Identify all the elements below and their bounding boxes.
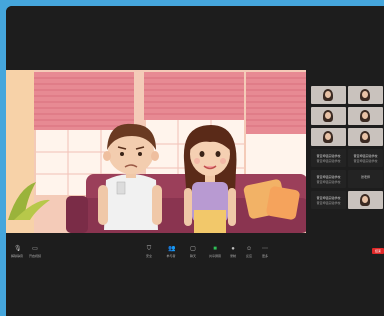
participant-tile[interactable]: [311, 86, 346, 104]
participant-face: [325, 91, 331, 98]
camera-icon: ▭: [32, 246, 38, 252]
chat-button[interactable]: ▢ 聊天: [182, 246, 204, 266]
participant-subname: 晋亚坤铭实验学校: [316, 180, 341, 184]
participant-tile[interactable]: [348, 128, 383, 146]
people-icon: 👥: [168, 246, 176, 252]
more-icon: ⋯: [262, 246, 268, 252]
reaction-icon: ☺: [246, 246, 253, 252]
participant-subname: 晋亚坤铭实验学校: [316, 201, 341, 205]
participant-name: 晋亚坤铭实验学校: [353, 154, 378, 158]
end-meeting-button[interactable]: 结束: [372, 248, 384, 254]
participant-name: 晋亚坤铭实验学校: [316, 175, 341, 179]
participant-tile[interactable]: 晋亚坤铭实验学校 晋亚坤铭实验学校: [311, 191, 346, 209]
participant-tile[interactable]: 张老师: [348, 170, 383, 188]
participant-subname: 晋亚坤铭实验学校: [353, 159, 378, 163]
participants-button[interactable]: 👥 参与者: [160, 246, 182, 266]
meeting-window: 晋亚坤铭实验学校 晋亚坤铭实验学校 晋亚坤铭实验学校 晋亚坤铭实验学校 晋亚坤铭…: [6, 6, 384, 316]
participant-tile[interactable]: [311, 107, 346, 125]
participant-face: [325, 133, 331, 140]
participant-tile[interactable]: 晋亚坤铭实验学校 晋亚坤铭实验学校: [348, 149, 383, 167]
participant-tile[interactable]: [311, 128, 346, 146]
video-button[interactable]: ▭ 开启视频: [24, 246, 46, 266]
video-label: 开启视频: [28, 254, 41, 258]
chat-label: 聊天: [189, 254, 196, 258]
top-area: [6, 6, 384, 70]
security-button[interactable]: ⛉ 安全: [138, 246, 160, 266]
participant-tile[interactable]: 晋亚坤铭实验学校 晋亚坤铭实验学校: [311, 170, 346, 188]
record-icon: ●: [231, 246, 235, 252]
participant-face: [362, 91, 368, 98]
participants-label: 参与者: [166, 254, 176, 258]
participant-tile[interactable]: [348, 86, 383, 104]
participant-name: 晋亚坤铭实验学校: [316, 196, 341, 200]
mic-icon: 🎙: [14, 246, 22, 252]
participant-name: 晋亚坤铭实验学校: [316, 154, 341, 158]
participant-face: [362, 133, 368, 140]
participant-tile[interactable]: [348, 191, 383, 209]
cartoon-scene: [6, 70, 306, 233]
participant-tile[interactable]: [348, 107, 383, 125]
chat-icon: ▢: [190, 246, 196, 252]
participant-subname: 晋亚坤铭实验学校: [316, 159, 341, 163]
participant-face: [362, 196, 368, 203]
share-icon: ■: [213, 246, 217, 252]
meeting-toolbar: 🎙 解除静音 ▭ 开启视频 ⛉ 安全 👥 参与者 ▢ 聊天 ■ 共享屏幕 ● 录…: [6, 246, 384, 266]
more-button[interactable]: ⋯ 更多: [254, 246, 276, 266]
participant-gallery: 晋亚坤铭实验学校 晋亚坤铭实验学校 晋亚坤铭实验学校 晋亚坤铭实验学校 晋亚坤铭…: [311, 86, 384, 216]
participant-tile[interactable]: 晋亚坤铭实验学校 晋亚坤铭实验学校: [311, 149, 346, 167]
cartoon-girl: [183, 125, 237, 233]
participant-face: [325, 112, 331, 119]
shared-screen[interactable]: [6, 70, 306, 233]
more-label: 更多: [261, 254, 268, 258]
participant-name: 张老师: [360, 175, 370, 179]
security-label: 安全: [145, 254, 152, 258]
participant-face: [362, 112, 368, 119]
shield-icon: ⛉: [146, 246, 152, 252]
